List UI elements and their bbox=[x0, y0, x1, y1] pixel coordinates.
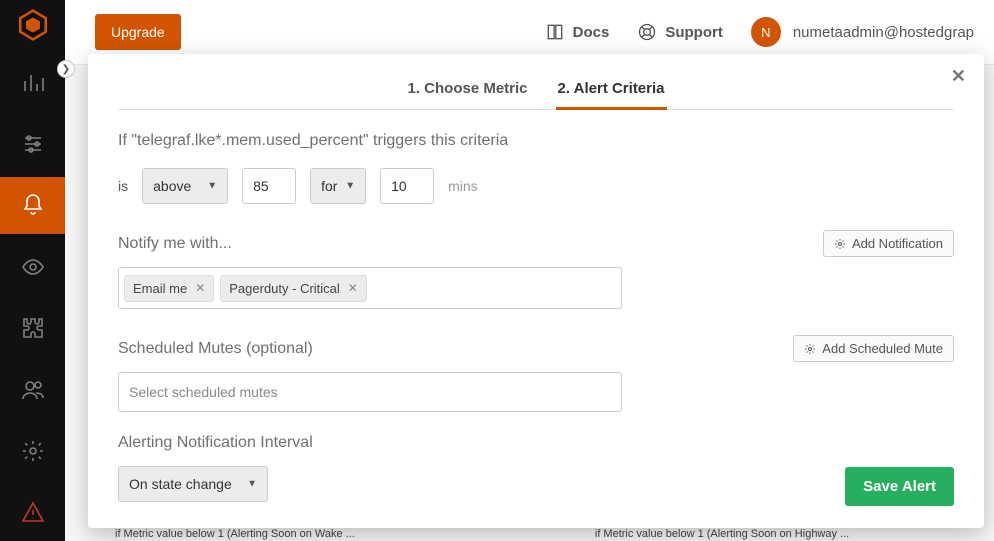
scheduled-mutes-input[interactable]: Select scheduled mutes bbox=[118, 372, 622, 412]
scheduled-mutes-title: Scheduled Mutes (optional) bbox=[118, 340, 313, 358]
wizard-steps: 1. Choose Metric 2. Alert Criteria bbox=[118, 74, 954, 110]
interval-title: Alerting Notification Interval bbox=[118, 434, 954, 452]
nav-status[interactable] bbox=[0, 484, 65, 541]
sliders-icon bbox=[21, 132, 45, 156]
nav-team[interactable] bbox=[0, 361, 65, 418]
book-icon bbox=[545, 22, 565, 42]
criteria-row: is above ▼ 85 for ▼ 10 mins bbox=[118, 168, 954, 204]
chip-email-me[interactable]: Email me ✕ bbox=[124, 275, 214, 302]
bar-chart-icon bbox=[21, 71, 45, 95]
add-scheduled-mute-button[interactable]: Add Scheduled Mute bbox=[793, 335, 954, 362]
window-value: for bbox=[321, 178, 337, 194]
eye-icon bbox=[21, 255, 45, 279]
users-icon bbox=[21, 378, 45, 402]
mins-label: mins bbox=[448, 178, 478, 194]
step-alert-criteria[interactable]: 2. Alert Criteria bbox=[556, 74, 667, 109]
chip-remove-icon[interactable]: ✕ bbox=[348, 281, 358, 295]
nav-settings[interactable] bbox=[0, 422, 65, 479]
sidebar bbox=[0, 0, 65, 541]
nav-views[interactable] bbox=[0, 238, 65, 295]
backdrop-hint-left: if Metric value below 1 (Alerting Soon o… bbox=[115, 528, 355, 541]
notification-channels-input[interactable]: Email me ✕ Pagerduty - Critical ✕ bbox=[118, 267, 622, 309]
support-link[interactable]: Support bbox=[637, 22, 723, 42]
step-choose-metric[interactable]: 1. Choose Metric bbox=[405, 74, 529, 109]
puzzle-icon bbox=[21, 316, 45, 340]
lifebuoy-icon bbox=[637, 22, 657, 42]
avatar[interactable]: N bbox=[751, 17, 781, 47]
window-select[interactable]: for ▼ bbox=[310, 168, 366, 204]
save-alert-button[interactable]: Save Alert bbox=[845, 467, 954, 506]
docs-link[interactable]: Docs bbox=[545, 22, 610, 42]
chevron-down-icon: ▼ bbox=[247, 479, 257, 490]
duration-input[interactable]: 10 bbox=[380, 168, 434, 204]
add-notification-button[interactable]: Add Notification bbox=[823, 230, 954, 257]
username-label[interactable]: numetaadmin@hostedgrap bbox=[793, 24, 974, 41]
nav-dashboards[interactable] bbox=[0, 54, 65, 111]
gear-icon bbox=[21, 439, 45, 463]
chevron-right-icon: ❯ bbox=[62, 64, 70, 75]
add-notification-label: Add Notification bbox=[852, 236, 943, 251]
comparator-value: above bbox=[153, 178, 191, 194]
bell-icon bbox=[21, 193, 45, 217]
support-label: Support bbox=[665, 24, 723, 41]
chevron-down-icon: ▼ bbox=[345, 181, 355, 192]
brand-logo[interactable] bbox=[16, 8, 50, 42]
chip-remove-icon[interactable]: ✕ bbox=[195, 281, 205, 295]
hexagon-logo-icon bbox=[16, 8, 50, 42]
alert-triangle-icon bbox=[21, 500, 45, 524]
notify-title: Notify me with... bbox=[118, 235, 232, 253]
sidebar-expand-handle[interactable]: ❯ bbox=[57, 60, 75, 78]
threshold-input[interactable]: 85 bbox=[242, 168, 296, 204]
chip-pagerduty-critical[interactable]: Pagerduty - Critical ✕ bbox=[220, 275, 367, 302]
alert-config-modal: ✕ 1. Choose Metric 2. Alert Criteria If … bbox=[88, 54, 984, 528]
nav-integrations[interactable] bbox=[0, 300, 65, 357]
comparator-select[interactable]: above ▼ bbox=[142, 168, 228, 204]
criteria-sentence: If "telegraf.lke*.mem.used_percent" trig… bbox=[118, 132, 954, 150]
gear-icon bbox=[804, 343, 816, 355]
backdrop-hint-right: if Metric value below 1 (Alerting Soon o… bbox=[595, 528, 849, 541]
docs-label: Docs bbox=[573, 24, 610, 41]
nav-metrics[interactable] bbox=[0, 115, 65, 172]
upgrade-button[interactable]: Upgrade bbox=[95, 14, 181, 50]
is-label: is bbox=[118, 178, 128, 194]
nav-alerts[interactable] bbox=[0, 177, 65, 234]
modal-close-button[interactable]: ✕ bbox=[951, 66, 966, 87]
interval-value: On state change bbox=[129, 476, 232, 492]
chip-label: Pagerduty - Critical bbox=[229, 281, 340, 296]
scheduled-mutes-placeholder: Select scheduled mutes bbox=[129, 384, 278, 400]
chevron-down-icon: ▼ bbox=[207, 181, 217, 192]
add-scheduled-mute-label: Add Scheduled Mute bbox=[822, 341, 943, 356]
gear-icon bbox=[834, 238, 846, 250]
notification-interval-select[interactable]: On state change ▼ bbox=[118, 466, 268, 502]
chip-label: Email me bbox=[133, 281, 187, 296]
